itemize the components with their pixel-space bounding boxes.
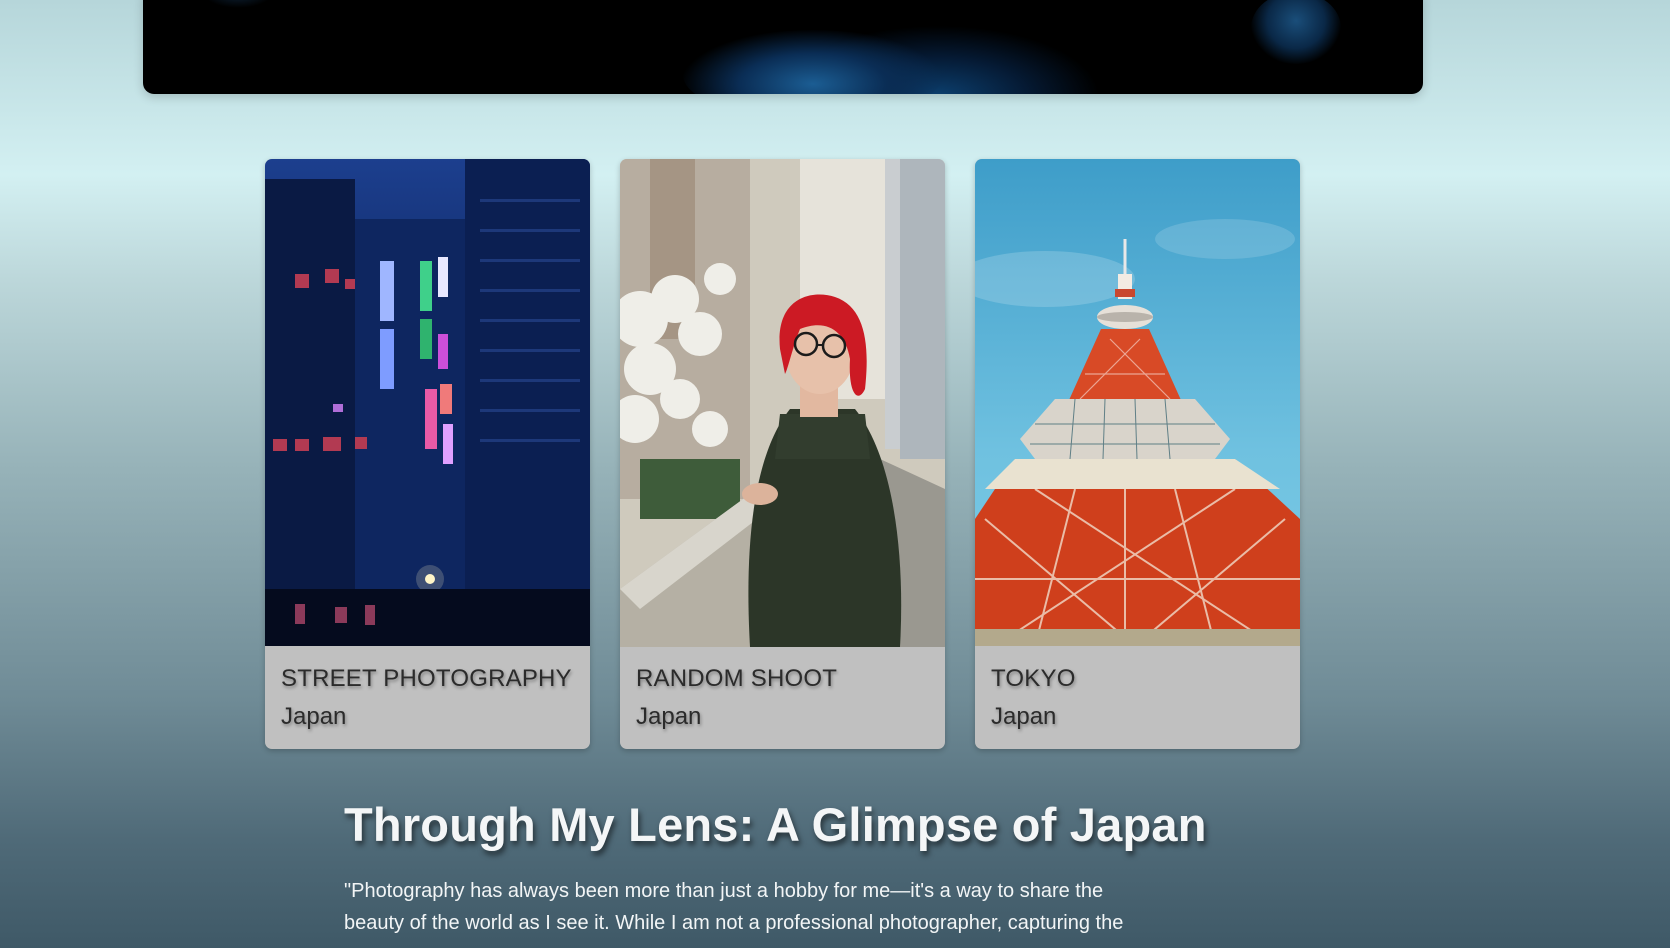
portrait-photo-image (620, 159, 945, 647)
card-location: Japan (281, 703, 347, 730)
card-title: RANDOM SHOOT (636, 665, 838, 692)
gallery-card-tokyo[interactable]: TOKYO Japan (975, 159, 1300, 749)
jellyfish-shape (203, 0, 273, 8)
card-location: Japan (636, 703, 702, 730)
gallery-card-random-shoot[interactable]: RANDOM SHOOT Japan (620, 159, 945, 749)
jellyfish-shape (683, 30, 943, 94)
tokyo-tower-photo-image (975, 159, 1300, 646)
hero-banner-image (143, 0, 1423, 94)
card-title: TOKYO (991, 665, 1076, 692)
card-location: Japan (991, 703, 1057, 730)
article-intro: "Photography has always been more than j… (344, 880, 1124, 934)
gallery-card-street-photography[interactable]: STREET PHOTOGRAPHY Japan (265, 159, 590, 749)
street-photo-image (265, 159, 590, 646)
card-title: STREET PHOTOGRAPHY (281, 665, 572, 692)
jellyfish-shape (1251, 0, 1341, 64)
article-title: Through My Lens: A Glimpse of Japan (344, 798, 1207, 851)
